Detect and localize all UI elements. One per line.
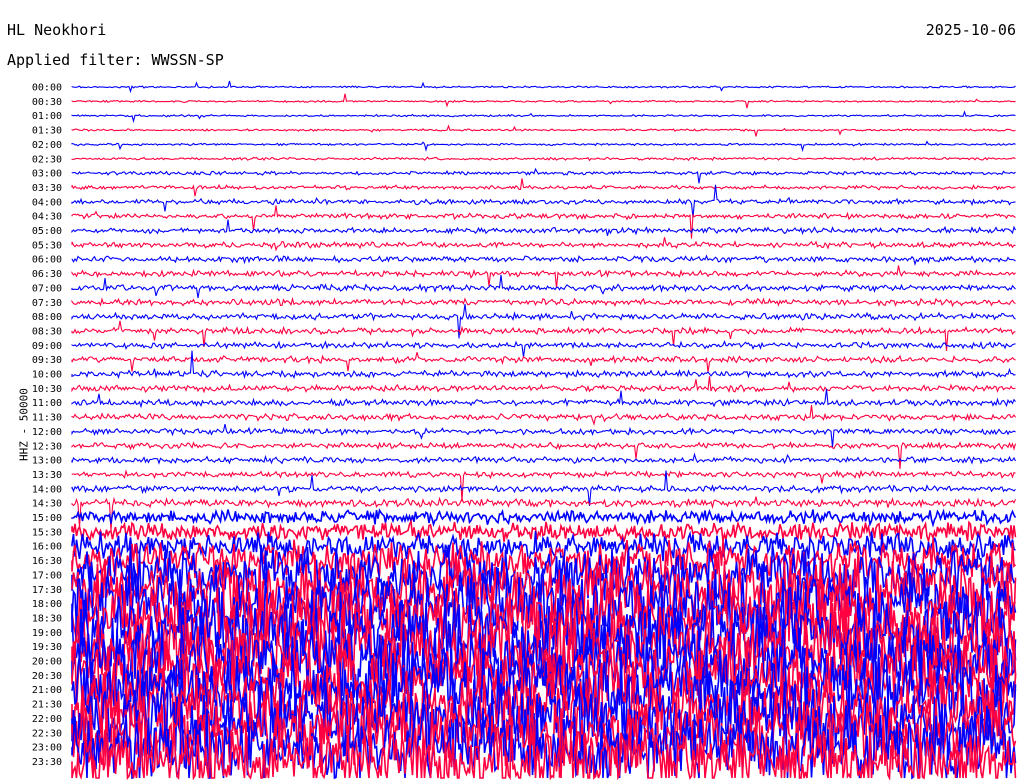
trace-0530 [71,237,1016,252]
time-tick-label: 07:30 [32,298,62,309]
time-tick-label: 01:30 [32,126,62,137]
time-tick-label: 22:00 [32,714,62,725]
trace-1100 [71,388,1016,409]
trace-0030 [71,93,1016,109]
time-tick-label: 21:30 [32,700,62,711]
trace-0000 [71,80,1016,94]
trace-0400 [71,184,1016,218]
time-tick-label: 20:00 [32,657,62,668]
trace-0600 [71,254,1016,267]
time-tick-label: 19:30 [32,642,62,653]
time-tick-label: 10:30 [32,384,62,395]
time-tick-label: 05:00 [32,226,62,237]
trace-0230 [71,156,1016,162]
time-tick-label: 01:00 [32,111,62,122]
trace-1130 [71,405,1016,427]
time-tick-label: 14:30 [32,499,62,510]
time-tick-label: 19:00 [32,628,62,639]
time-tick-label: 08:00 [32,312,62,323]
trace-1400 [71,470,1016,507]
helicorder-plot: 00:00 00:30 01:00 01:30 02:00 02:30 03:00 03:30… [32,80,1017,780]
trace-0930 [71,352,1016,373]
time-tick-label: 09:00 [32,341,62,352]
time-tick-label: 03:00 [32,169,62,180]
time-tick-label: 00:00 [32,83,62,94]
trace-1500 [71,508,1017,528]
time-tick-label: 11:00 [32,398,62,409]
time-tick-label: 06:00 [32,255,62,266]
time-tick-label: 23:00 [32,743,62,754]
trace-0430 [71,205,1016,239]
time-tick-label: 04:00 [32,197,62,208]
time-tick-label: 21:00 [32,685,62,696]
time-tick-label: 16:00 [32,542,62,553]
time-tick-label: 18:30 [32,613,62,624]
time-tick-label: 03:30 [32,183,62,194]
trace-0200 [71,140,1016,153]
time-tick-label: 00:30 [32,97,62,108]
time-tick-label: 05:30 [32,240,62,251]
time-tick-label: 09:30 [32,355,62,366]
time-tick-label: 12:30 [32,441,62,452]
trace-0730 [71,296,1016,308]
time-tick-label: 13:00 [32,456,62,467]
time-tick-label: 02:30 [32,154,62,165]
trace-0630 [71,265,1016,289]
time-tick-label: 18:00 [32,599,62,610]
trace-0300 [71,167,1016,184]
trace-0330 [71,178,1016,197]
time-tick-label: 15:30 [32,527,62,538]
time-tick-label: 02:00 [32,140,62,151]
time-tick-label: 20:30 [32,671,62,682]
trace-0130 [71,124,1016,137]
trace-1030 [71,376,1016,394]
trace-1200 [71,423,1016,448]
time-tick-label: 14:00 [32,484,62,495]
time-tick-label: 17:00 [32,570,62,581]
trace-1330 [71,469,1016,502]
time-tick-label: 15:00 [32,513,62,524]
time-tick-label: 13:30 [32,470,62,481]
time-tick-label: 16:30 [32,556,62,567]
time-tick-label: 12:00 [32,427,62,438]
trace-1230 [71,440,1017,470]
time-tick-label: 17:30 [32,585,62,596]
time-tick-label: 07:00 [32,283,62,294]
trace-0700 [71,274,1016,299]
time-tick-label: 22:30 [32,728,62,739]
time-tick-label: 06:30 [32,269,62,280]
time-tick-label: 10:00 [32,370,62,381]
trace-1000 [71,350,1016,380]
time-tick-label: 23:30 [32,757,62,768]
trace-0100 [71,110,1016,124]
time-tick-label: 11:30 [32,413,62,424]
time-tick-label: 04:30 [32,212,62,223]
time-tick-label: 08:30 [32,326,62,337]
trace-0900 [71,340,1016,358]
trace-0500 [71,219,1016,236]
trace-1300 [71,452,1016,465]
